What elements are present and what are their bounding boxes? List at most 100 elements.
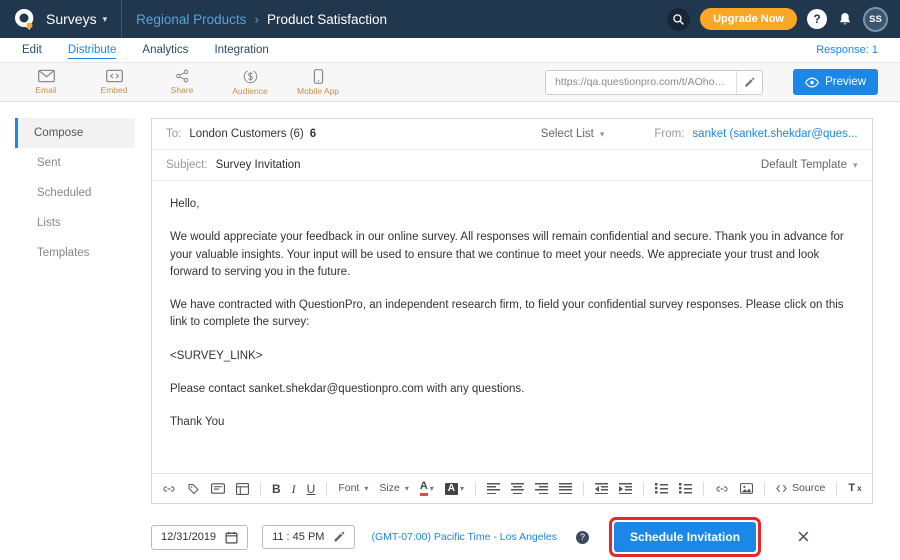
tag-icon xyxy=(187,483,200,495)
channel-embed[interactable]: Embed xyxy=(90,69,138,95)
align-right-icon xyxy=(535,483,548,494)
ordered-list-button[interactable] xyxy=(655,483,668,494)
close-icon[interactable]: × xyxy=(797,526,810,548)
avatar[interactable]: SS xyxy=(863,7,888,32)
source-button[interactable]: Source xyxy=(776,483,825,494)
source-icon xyxy=(776,483,787,494)
chevron-down-icon: ▾ xyxy=(405,485,409,493)
chevron-down-icon: ▾ xyxy=(430,485,434,493)
image-icon xyxy=(740,483,753,494)
upgrade-button[interactable]: Upgrade Now xyxy=(700,8,797,30)
outdent-icon xyxy=(595,483,608,494)
body-paragraph: Thank You xyxy=(170,414,854,431)
email-body-editor[interactable]: Hello, We would appreciate your feedback… xyxy=(152,181,872,473)
outdent-button[interactable] xyxy=(595,483,608,494)
distribute-toolbar: Email Embed Share Audience Mobile App h xyxy=(0,62,900,102)
bell-icon xyxy=(837,11,853,27)
insert-image-button[interactable] xyxy=(740,483,753,494)
breadcrumb-current: Product Satisfaction xyxy=(267,12,387,27)
search-button[interactable] xyxy=(667,8,690,31)
align-justify-button[interactable] xyxy=(559,483,572,494)
to-count-badge: 6 xyxy=(310,128,316,140)
bold-button[interactable]: B xyxy=(272,483,281,495)
link-icon xyxy=(162,483,176,495)
indent-icon xyxy=(619,483,632,494)
email-icon xyxy=(38,69,55,83)
merge-field-icon xyxy=(211,483,225,494)
subject-value[interactable]: Survey Invitation xyxy=(216,159,301,171)
body-paragraph: Hello, xyxy=(170,196,854,213)
topbar: Surveys ▾ Regional Products › Product Sa… xyxy=(0,0,900,38)
tab-analytics[interactable]: Analytics xyxy=(142,42,188,58)
surveys-label: Surveys xyxy=(46,11,97,27)
insert-link-button[interactable] xyxy=(715,483,729,495)
response-count: Response: 1 xyxy=(816,44,878,56)
audience-icon xyxy=(243,69,258,84)
bullet-list-icon xyxy=(679,483,692,494)
pencil-icon xyxy=(333,531,345,543)
font-dropdown[interactable]: Font ▾ xyxy=(338,483,368,494)
topbar-actions: Upgrade Now ? SS xyxy=(667,7,888,32)
merge-field-button[interactable] xyxy=(211,483,225,494)
time-value: 11 : 45 PM xyxy=(272,531,324,543)
remove-format-button[interactable]: Tx xyxy=(848,483,861,494)
tab-distribute[interactable]: Distribute xyxy=(68,42,117,59)
link-button[interactable] xyxy=(162,483,176,495)
to-label: To: xyxy=(166,128,181,140)
help-button[interactable]: ? xyxy=(807,9,827,29)
bullet-list-button[interactable] xyxy=(679,483,692,494)
size-dropdown[interactable]: Size ▾ xyxy=(379,483,408,494)
subject-row: Subject: Survey Invitation Default Templ… xyxy=(152,150,872,181)
channel-mobile-app[interactable]: Mobile App xyxy=(294,69,342,96)
timezone-help-icon[interactable]: ? xyxy=(576,531,589,544)
share-icon xyxy=(175,69,190,83)
template-dropdown[interactable]: Default Template ▾ xyxy=(761,159,858,171)
channel-audience-label: Audience xyxy=(232,86,267,96)
survey-url-field[interactable]: https://qa.questionpro.com/t/AOhoVZfqml xyxy=(545,70,763,95)
tab-integration[interactable]: Integration xyxy=(214,42,268,58)
sidebar-item-templates[interactable]: Templates xyxy=(0,238,135,268)
date-input[interactable]: 12/31/2019 xyxy=(151,525,248,550)
sidebar-item-compose[interactable]: Compose xyxy=(15,118,135,148)
text-color-button[interactable]: A ▾ xyxy=(420,481,434,496)
to-row: To: London Customers (6) 6 Select List ▾… xyxy=(152,119,872,150)
schedule-invitation-button[interactable]: Schedule Invitation xyxy=(614,522,756,552)
channel-share[interactable]: Share xyxy=(158,69,206,95)
chain-icon xyxy=(715,483,729,495)
highlight-annotation: Schedule Invitation xyxy=(609,517,761,557)
align-center-button[interactable] xyxy=(511,483,524,494)
from-dropdown[interactable]: From: sanket (sanket.shekdar@ques... xyxy=(654,128,857,140)
notifications-button[interactable] xyxy=(837,11,853,27)
ordered-list-icon xyxy=(655,483,668,494)
email-sidebar: Compose Sent Scheduled Lists Templates xyxy=(0,102,135,560)
preview-label: Preview xyxy=(825,76,866,88)
sidebar-item-scheduled[interactable]: Scheduled xyxy=(0,178,135,208)
channel-email[interactable]: Email xyxy=(22,69,70,95)
sidebar-item-sent[interactable]: Sent xyxy=(0,148,135,178)
italic-button[interactable]: I xyxy=(292,483,296,495)
align-left-button[interactable] xyxy=(487,483,500,494)
channel-email-label: Email xyxy=(35,85,56,95)
preview-button[interactable]: Preview xyxy=(793,69,878,95)
compose-card: To: London Customers (6) 6 Select List ▾… xyxy=(151,118,873,504)
tag-button[interactable] xyxy=(187,483,200,495)
channel-audience[interactable]: Audience xyxy=(226,69,274,96)
tab-edit[interactable]: Edit xyxy=(22,42,42,58)
surveys-menu[interactable]: Surveys ▾ xyxy=(46,11,107,27)
from-label: From: xyxy=(654,128,684,140)
questionpro-logo xyxy=(12,7,36,31)
underline-button[interactable]: U xyxy=(307,483,316,495)
sidebar-item-lists[interactable]: Lists xyxy=(0,208,135,238)
select-list-dropdown[interactable]: Select List ▾ xyxy=(541,128,605,140)
align-right-button[interactable] xyxy=(535,483,548,494)
survey-url-value: https://qa.questionpro.com/t/AOhoVZfqml xyxy=(546,76,736,88)
breadcrumb-parent[interactable]: Regional Products xyxy=(136,12,246,27)
indent-button[interactable] xyxy=(619,483,632,494)
background-color-button[interactable]: A ▾ xyxy=(445,483,464,495)
embed-icon xyxy=(106,69,123,83)
time-input[interactable]: 11 : 45 PM xyxy=(262,525,355,549)
channel-embed-label: Embed xyxy=(101,85,128,95)
subject-label: Subject: xyxy=(166,159,208,171)
template-insert-button[interactable] xyxy=(236,483,249,495)
edit-url-button[interactable] xyxy=(736,71,762,94)
